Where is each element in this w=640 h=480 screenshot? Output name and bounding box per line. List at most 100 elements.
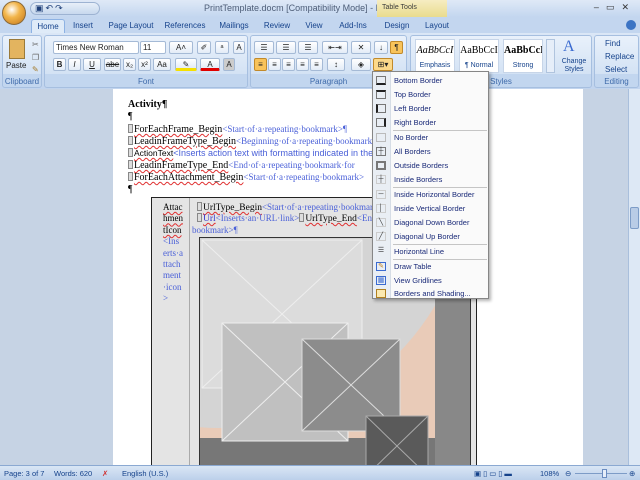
- restore-button[interactable]: ▭: [606, 2, 622, 12]
- subscript-button[interactable]: x₂: [123, 58, 136, 71]
- help-icon[interactable]: [626, 20, 636, 30]
- multilevel-list-icon[interactable]: ☰: [298, 41, 318, 54]
- clear-format-icon[interactable]: ✐: [197, 41, 211, 54]
- proofing-icon[interactable]: ✗: [102, 469, 108, 478]
- menu-item-draw-table[interactable]: ✎ Draw Table: [373, 260, 488, 273]
- justify-icon[interactable]: ≡: [296, 58, 309, 71]
- change-styles-button[interactable]: Change Styles: [557, 58, 591, 74]
- styles-scroll[interactable]: [546, 39, 555, 73]
- menu-item-top-border[interactable]: Top Border: [373, 88, 488, 101]
- highlight-icon[interactable]: ✎: [175, 58, 197, 71]
- menu-item-inside-borders[interactable]: ┼ Inside Borders: [373, 173, 488, 186]
- scrollbar-thumb[interactable]: [630, 207, 639, 229]
- menu-item-inside-horizontal[interactable]: ─ Inside Horizontal Border: [373, 188, 488, 201]
- style-strong[interactable]: AaBbCcI Strong: [503, 39, 543, 73]
- find-button[interactable]: Find: [605, 39, 621, 48]
- menu-item-horizontal-line[interactable]: ☰ Horizontal Line: [373, 245, 488, 258]
- indent-icon[interactable]: ⇤⇥: [322, 41, 348, 54]
- change-case-button[interactable]: Aa: [153, 58, 171, 71]
- window-controls[interactable]: –▭✕: [594, 2, 636, 13]
- zoom-out-button[interactable]: ⊖: [565, 469, 571, 478]
- view-buttons[interactable]: ▣▯▭▯▬: [474, 469, 514, 478]
- distributed-icon[interactable]: ≡: [310, 58, 323, 71]
- superscript-button[interactable]: x²: [138, 58, 151, 71]
- quick-access-toolbar[interactable]: ▣↶↷: [30, 2, 100, 15]
- tab-insert[interactable]: Insert: [68, 19, 98, 33]
- icon-cell[interactable]: AttachmentIcon<Inserts·attachment·icon>: [152, 198, 190, 465]
- tab-view[interactable]: View: [300, 19, 328, 33]
- style-normal[interactable]: AaBbCcI ¶ Normal: [459, 39, 499, 73]
- tab-page-layout[interactable]: Page Layout: [105, 19, 157, 33]
- align-left-icon[interactable]: ≡: [254, 58, 267, 71]
- menu-item-diagonal-down[interactable]: ╲ Diagonal Down Border: [373, 216, 488, 229]
- copy-icon[interactable]: ❐: [32, 53, 39, 62]
- word-count[interactable]: Words: 620: [54, 469, 92, 478]
- change-styles-icon[interactable]: A: [563, 38, 575, 56]
- vertical-scrollbar[interactable]: [628, 89, 640, 465]
- menu-item-bottom-border[interactable]: Bottom Border: [373, 74, 488, 87]
- zoom-level[interactable]: 108%: [540, 469, 559, 478]
- tab-home[interactable]: Home: [31, 19, 65, 33]
- redo-icon[interactable]: ↷: [55, 3, 65, 13]
- format-painter-icon[interactable]: ✎: [32, 65, 39, 74]
- char-border-icon[interactable]: A: [233, 41, 245, 54]
- grow-font-button[interactable]: A˄: [169, 41, 193, 54]
- paste-button[interactable]: Paste: [6, 61, 26, 70]
- phonetic-icon[interactable]: ᵃ: [215, 41, 229, 54]
- underline-button[interactable]: U: [83, 58, 101, 71]
- undo-icon[interactable]: ↶: [46, 3, 56, 13]
- menu-item-view-gridlines[interactable]: ▦ View Gridlines: [373, 274, 488, 287]
- menu-item-diagonal-up[interactable]: ╱ Diagonal Up Border: [373, 230, 488, 243]
- numbering-icon[interactable]: ☰: [276, 41, 296, 54]
- zoom-in-button[interactable]: ⊕: [629, 469, 635, 478]
- borders-dropdown-button[interactable]: ⊞▾: [373, 58, 393, 71]
- asian-layout-icon[interactable]: ✕: [351, 41, 371, 54]
- bullets-icon[interactable]: ☰: [254, 41, 274, 54]
- font-name-select[interactable]: Times New Roman: [53, 41, 139, 54]
- sort-icon[interactable]: ↓: [374, 41, 388, 54]
- char-shading-icon[interactable]: A: [223, 58, 235, 71]
- cut-icon[interactable]: ✂: [32, 40, 39, 49]
- office-button[interactable]: [2, 1, 26, 25]
- menu-item-left-border[interactable]: Left Border: [373, 102, 488, 115]
- page-indicator[interactable]: Page: 3 of 7: [4, 469, 44, 478]
- status-bar: Page: 3 of 7 Words: 620 ✗ English (U.S.)…: [0, 465, 640, 480]
- field-name: LeadinFrameType_Begin: [134, 136, 237, 147]
- menu-item-right-border[interactable]: Right Border: [373, 116, 488, 129]
- close-button[interactable]: ✕: [621, 2, 636, 12]
- style-emphasis[interactable]: AaBbCcI Emphasis: [415, 39, 455, 73]
- paste-icon[interactable]: [9, 39, 25, 59]
- menu-item-outside-borders[interactable]: Outside Borders: [373, 159, 488, 172]
- strikethrough-button[interactable]: abe: [104, 58, 121, 71]
- align-right-icon[interactable]: ≡: [282, 58, 295, 71]
- select-button[interactable]: Select: [605, 65, 627, 74]
- minimize-button[interactable]: –: [594, 2, 606, 12]
- show-formatting-button[interactable]: ¶: [390, 41, 403, 54]
- tab-design[interactable]: Design: [380, 19, 414, 33]
- tab-references[interactable]: References: [162, 19, 208, 33]
- menu-label: Inside Horizontal Border: [394, 190, 475, 199]
- italic-button[interactable]: I: [68, 58, 81, 71]
- tab-layout[interactable]: Layout: [420, 19, 454, 33]
- tab-add-ins[interactable]: Add-Ins: [334, 19, 372, 33]
- tab-mailings[interactable]: Mailings: [214, 19, 254, 33]
- save-icon[interactable]: ▣: [35, 3, 46, 13]
- line-spacing-icon[interactable]: ↕: [327, 58, 345, 71]
- shading-icon[interactable]: ◈: [351, 58, 371, 71]
- language-indicator[interactable]: English (U.S.): [122, 469, 168, 478]
- document-page[interactable]: Activity¶ ¶ ForEachFrame_Begin<Start·of·…: [113, 89, 583, 465]
- replace-button[interactable]: Replace: [605, 52, 634, 61]
- font-size-select[interactable]: 11: [140, 41, 166, 54]
- font-color-button[interactable]: A: [200, 58, 220, 71]
- menu-item-borders-shading[interactable]: Borders and Shading...: [373, 287, 488, 300]
- tab-review[interactable]: Review: [260, 19, 294, 33]
- clipboard-label: Clipboard: [4, 77, 40, 86]
- menu-item-no-border[interactable]: No Border: [373, 131, 488, 144]
- menu-item-inside-vertical[interactable]: │ Inside Vertical Border: [373, 202, 488, 215]
- menu-label: Draw Table: [394, 262, 432, 271]
- url-field[interactable]: Url: [203, 214, 216, 224]
- align-center-icon[interactable]: ≡: [268, 58, 281, 71]
- bold-button[interactable]: B: [53, 58, 66, 71]
- zoom-slider-thumb[interactable]: [601, 469, 607, 478]
- menu-item-all-borders[interactable]: ┼ All Borders: [373, 145, 488, 158]
